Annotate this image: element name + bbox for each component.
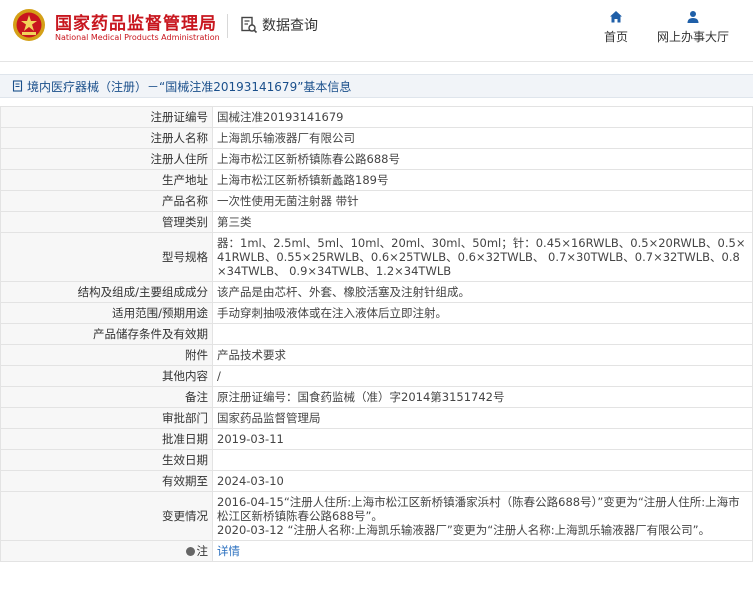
field-value: 国械注准20193141679 [212, 106, 753, 128]
field-value: 国家药品监督管理局 [212, 407, 753, 429]
field-label: 审批部门 [0, 407, 213, 429]
field-value [212, 449, 753, 471]
table-row: 其他内容 / [0, 365, 753, 387]
device-info-table: 注册证编号 国械注准20193141679 注册人名称 上海凯乐输液器厂有限公司… [0, 106, 753, 562]
data-query-link[interactable]: 数据查询 [240, 15, 318, 35]
field-label: 注册人名称 [0, 127, 213, 149]
table-row: 产品储存条件及有效期 [0, 323, 753, 345]
breadcrumb-text: 境内医疗器械（注册）－“国械注准20193141679”基本信息 [27, 79, 352, 94]
national-emblem-logo[interactable] [12, 8, 46, 42]
table-row: 注册人名称 上海凯乐输液器厂有限公司 [0, 127, 753, 149]
table-row: 产品名称 一次性使用无菌注射器 带针 [0, 190, 753, 212]
field-value: 第三类 [212, 211, 753, 233]
field-value: 上海市松江区新桥镇新蠡路189号 [212, 169, 753, 191]
bulb-icon [185, 547, 195, 556]
field-label: 其他内容 [0, 365, 213, 387]
change-entry: 2016-04-15“注册人住所:上海市松江区新桥镇潘家浜村（陈春公路688号）… [217, 495, 740, 523]
field-label: 附件 [0, 344, 213, 366]
field-value: 产品技术要求 [212, 344, 753, 366]
field-value: 原注册证编号：国食药监械（准）字2014第3151742号 [212, 386, 753, 408]
field-label: 备注 [0, 386, 213, 408]
user-icon [687, 11, 699, 23]
field-label: 产品储存条件及有效期 [0, 323, 213, 345]
data-query-label: 数据查询 [262, 18, 318, 34]
header-divider [227, 14, 228, 38]
table-row: 审批部门 国家药品监督管理局 [0, 407, 753, 429]
field-value: 手动穿刺抽吸液体或在注入液体后立即注射。 [212, 302, 753, 324]
field-value: 上海市松江区新桥镇陈春公路688号 [212, 148, 753, 170]
field-value: 2024-03-10 [212, 470, 753, 492]
field-label: 注册证编号 [0, 106, 213, 128]
table-row: 注册人住所 上海市松江区新桥镇陈春公路688号 [0, 148, 753, 170]
field-label: 生效日期 [0, 449, 213, 471]
field-value: / [212, 365, 753, 387]
breadcrumb: 境内医疗器械（注册）－“国械注准20193141679”基本信息 [0, 74, 753, 98]
table-row: 管理类别 第三类 [0, 211, 753, 233]
nav-home[interactable]: 首页 [596, 10, 636, 45]
site-title-en: National Medical Products Administration [55, 33, 220, 42]
table-row: 有效期至 2024-03-10 [0, 470, 753, 492]
table-row: 结构及组成/主要组成成分 该产品是由芯杆、外套、橡胶活塞及注射针组成。 [0, 281, 753, 303]
field-value: 上海凯乐输液器厂有限公司 [212, 127, 753, 149]
field-label: 注册人住所 [0, 148, 213, 170]
field-value: 详情 [212, 540, 753, 562]
table-row: 注册证编号 国械注准20193141679 [0, 106, 753, 128]
field-label: 注 [0, 540, 213, 562]
field-label: 适用范围/预期用途 [0, 302, 213, 324]
field-value: 一次性使用无菌注射器 带针 [212, 190, 753, 212]
nav-online-hall[interactable]: 网上办事大厅 [652, 10, 734, 45]
table-row: 适用范围/预期用途 手动穿刺抽吸液体或在注入液体后立即注射。 [0, 302, 753, 324]
document-search-icon [241, 16, 258, 34]
field-label: 生产地址 [0, 169, 213, 191]
field-value: 器：1ml、2.5ml、5ml、10ml、20ml、30ml、50ml；针：0.… [212, 232, 753, 282]
table-row: 附件 产品技术要求 [0, 344, 753, 366]
field-label: 有效期至 [0, 470, 213, 492]
field-label: 产品名称 [0, 190, 213, 212]
table-row: 变更情况 2016-04-15“注册人住所:上海市松江区新桥镇潘家浜村（陈春公路… [0, 491, 753, 541]
site-title-cn[interactable]: 国家药品监督管理局 [55, 9, 217, 34]
field-label: 结构及组成/主要组成成分 [0, 281, 213, 303]
field-label: 管理类别 [0, 211, 213, 233]
nav-home-label: 首页 [603, 30, 628, 44]
field-label: 型号规格 [0, 232, 213, 282]
table-row: 生产地址 上海市松江区新桥镇新蠡路189号 [0, 169, 753, 191]
field-value: 该产品是由芯杆、外套、橡胶活塞及注射针组成。 [212, 281, 753, 303]
document-icon [12, 80, 23, 92]
table-row: 型号规格 器：1ml、2.5ml、5ml、10ml、20ml、30ml、50ml… [0, 232, 753, 282]
table-row: 备注 原注册证编号：国食药监械（准）字2014第3151742号 [0, 386, 753, 408]
site-header: 国家药品监督管理局 National Medical Products Admi… [0, 0, 753, 62]
change-entry: 2020-03-12 “注册人名称:上海凯乐输液器厂”变更为“注册人名称:上海凯… [217, 523, 711, 537]
field-label: 批准日期 [0, 428, 213, 450]
field-value [212, 323, 753, 345]
field-value: 2019-03-11 [212, 428, 753, 450]
table-row: 注 详情 [0, 540, 753, 562]
table-row: 生效日期 [0, 449, 753, 471]
field-label: 变更情况 [0, 491, 213, 541]
nav-online-hall-label: 网上办事大厅 [656, 30, 729, 44]
note-label: 注 [196, 544, 209, 558]
table-row: 批准日期 2019-03-11 [0, 428, 753, 450]
change-history: 2016-04-15“注册人住所:上海市松江区新桥镇潘家浜村（陈春公路688号）… [212, 491, 753, 541]
home-icon [610, 11, 622, 23]
details-link[interactable]: 详情 [217, 544, 240, 558]
